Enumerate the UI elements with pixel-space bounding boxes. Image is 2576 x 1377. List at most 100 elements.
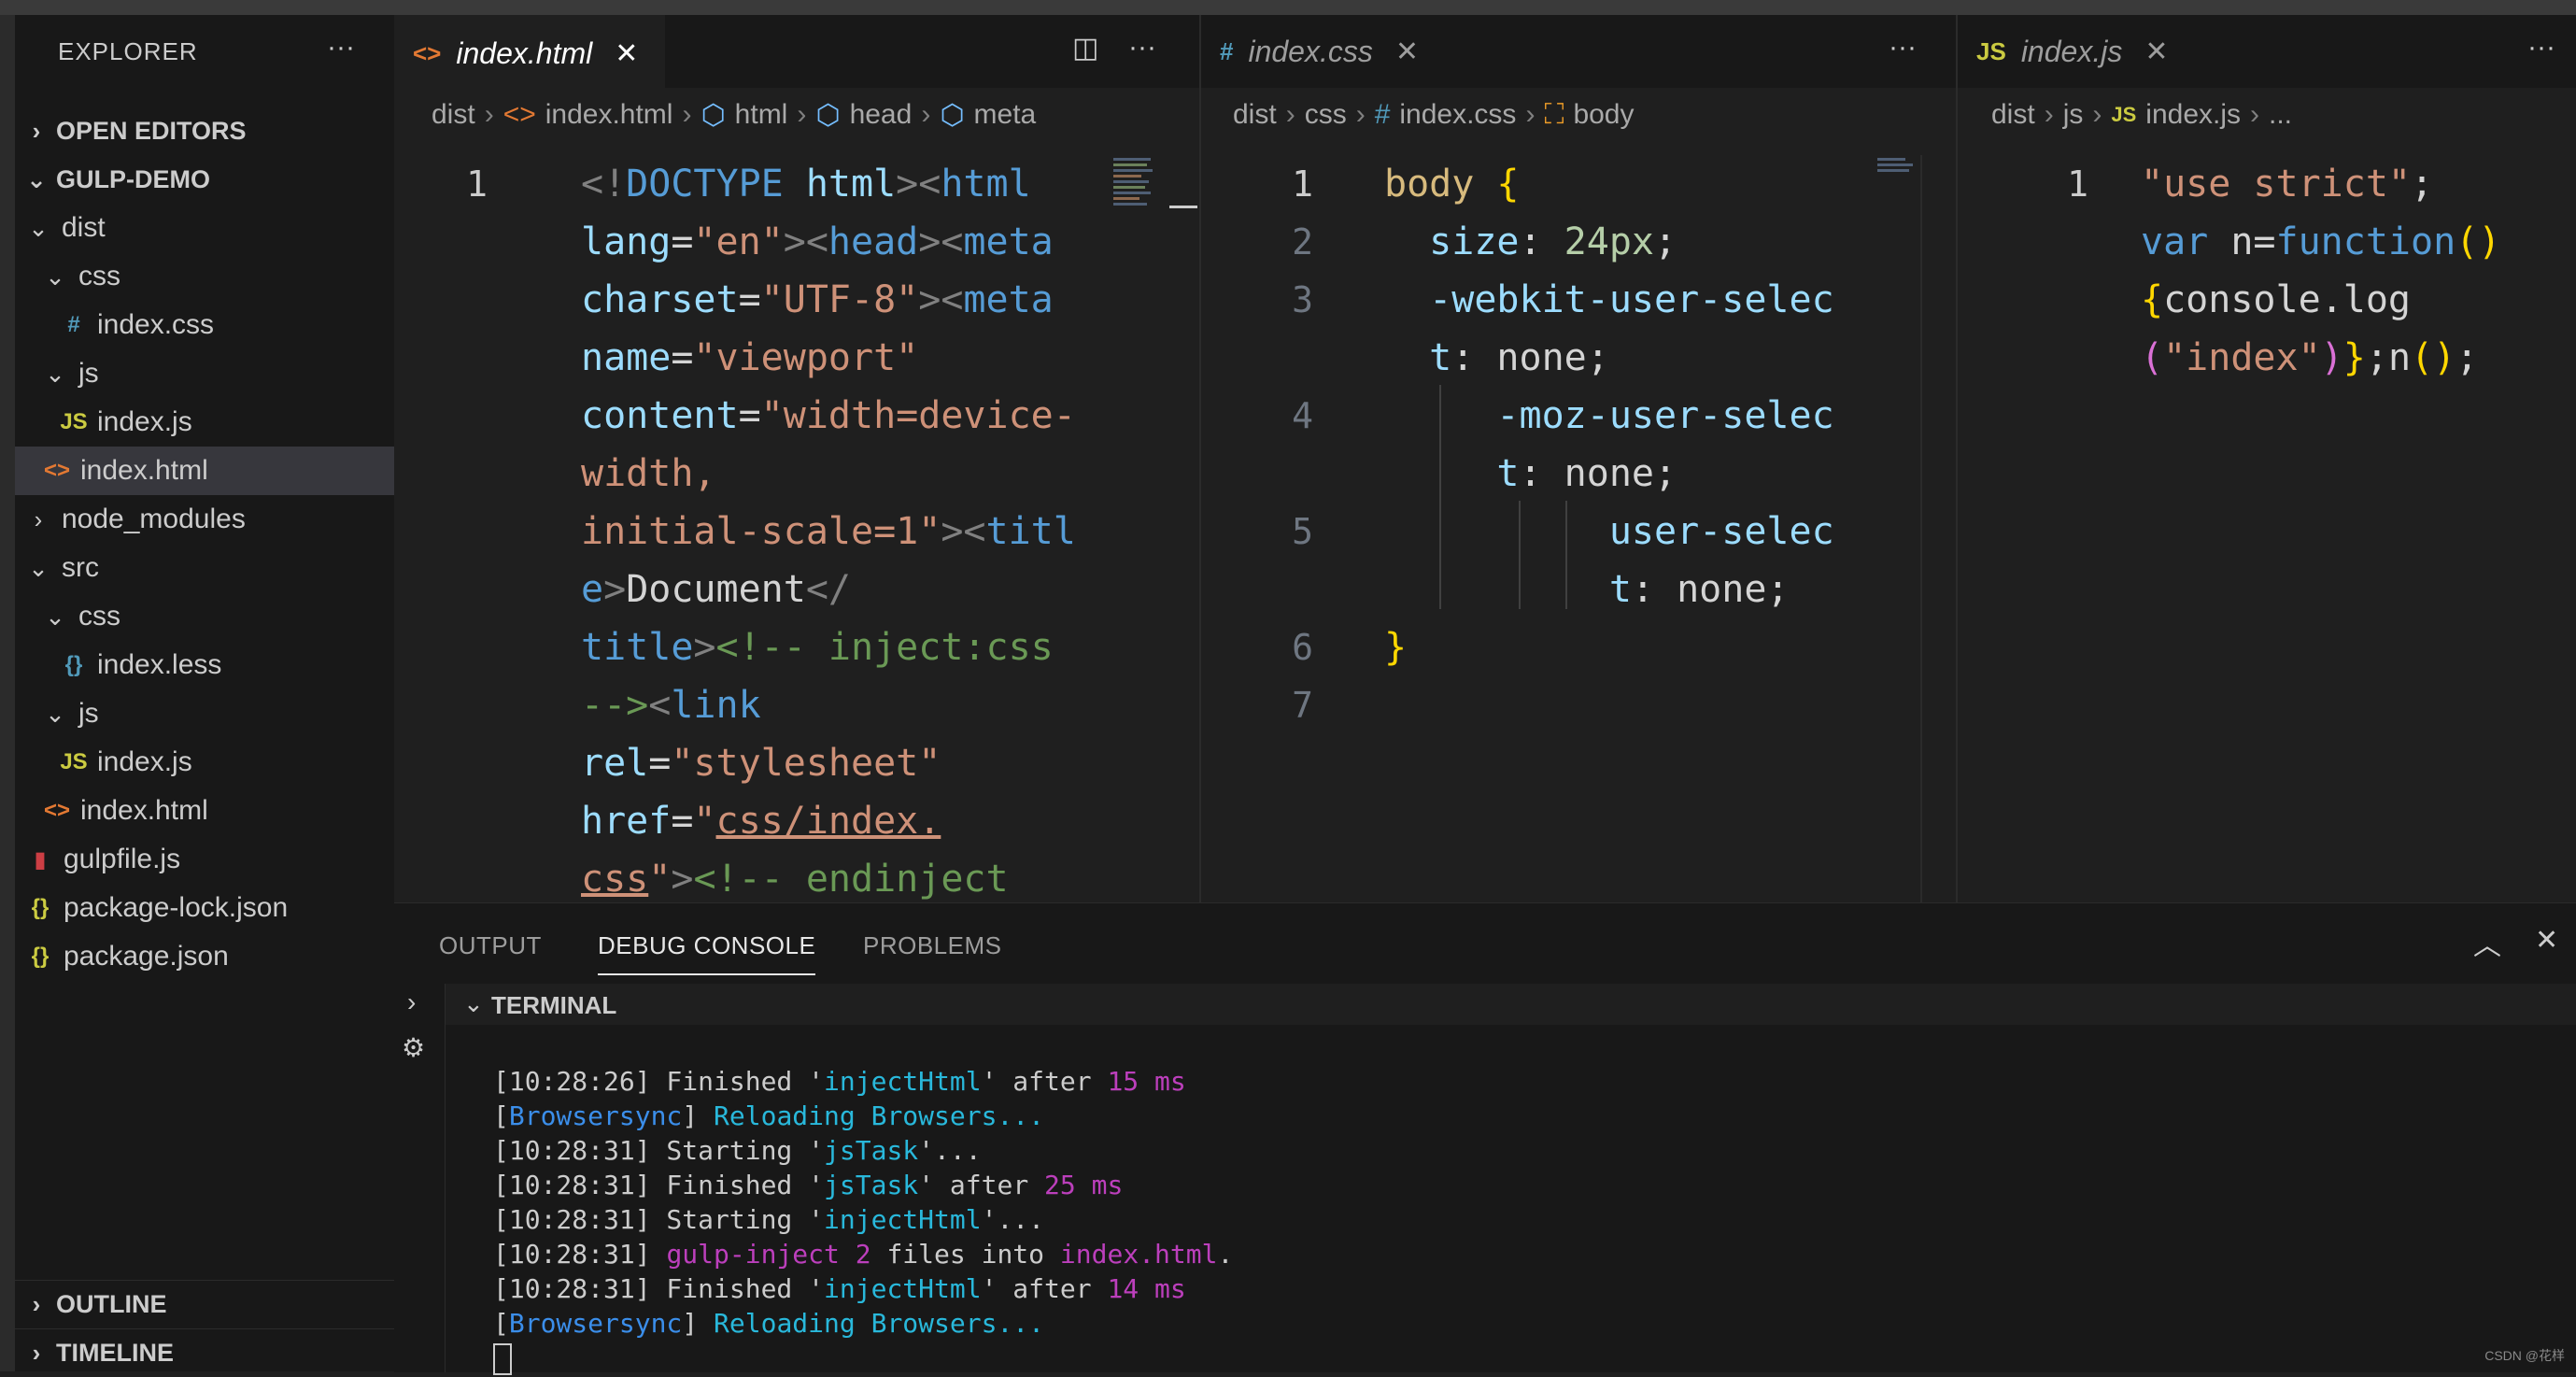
file-item[interactable]: {} package-lock.json [15,884,394,932]
indent-guide [1519,501,1521,609]
line-number: 3 [1292,279,1313,320]
editor-group-html: <> index.html ✕ ◫ ··· dist › <> index.htm… [394,15,1199,902]
file-item[interactable]: {} index.less [15,641,394,689]
tab-debug-console[interactable]: DEBUG CONSOLE [598,931,816,975]
workspace-root-section[interactable]: ⌄ GULP-DEMO [15,155,394,204]
symbol-icon: ⬡ [701,99,726,131]
folder-item[interactable]: ⌄ css [15,592,394,641]
chevron-right-icon[interactable]: › [407,987,416,1017]
file-item[interactable]: ▮ gulpfile.js [15,835,394,884]
more-actions-icon[interactable]: ··· [2527,32,2555,64]
breadcrumb-item[interactable]: index.js [2145,99,2241,131]
open-editors-section[interactable]: › OPEN EDITORS [15,106,394,155]
breadcrumb: dist › js › JS index.js › ... [1991,99,2293,131]
chevron-down-icon: ⌄ [28,553,49,582]
breadcrumb-item[interactable]: dist [1991,99,2035,131]
breadcrumb-item[interactable]: index.html [545,99,673,131]
breadcrumb-item[interactable]: head [850,99,913,131]
more-actions-icon[interactable]: ··· [1128,32,1156,64]
css-file-icon: # [1220,36,1234,65]
line-number: 6 [1292,627,1313,668]
watermark: CSDN @花样 [2484,1348,2565,1363]
breadcrumb-item[interactable]: css [1305,99,1347,131]
tree-item-label: package-lock.json [64,892,289,923]
editor-group-js: JS index.js ✕ ··· dist › js › JS index.js ›… [1958,15,2576,902]
code-content[interactable]: <!DOCTYPE html><html lang="en"><head><me… [581,155,1076,908]
terminal-header[interactable]: ⌄ TERMINAL [394,984,2576,1025]
tab-problems[interactable]: PROBLEMS [863,931,1002,960]
tab-bar: JS index.js ✕ ··· [1958,15,2576,88]
tree-item-label: index.html [80,455,208,486]
terminal-line: [Browsersync] Reloading Browsers... [493,1308,1045,1339]
tab-label: index.css [1248,34,1373,68]
breadcrumb-item[interactable]: html [735,99,788,131]
split-editor-icon[interactable]: ◫ [1072,32,1098,64]
indent-guide [1439,385,1441,609]
tab-index-js[interactable]: JS index.js ✕ [1958,15,2257,88]
outline-label: OUTLINE [56,1289,167,1318]
workspace-root-label: GULP-DEMO [56,164,210,193]
folder-item[interactable]: ⌄ css [15,252,394,301]
css-file-icon: # [1374,99,1391,130]
tree-item-label: index.js [97,746,192,777]
outline-section[interactable]: › OUTLINE [15,1280,394,1328]
scrollbar-track[interactable] [1920,155,1922,902]
folder-item[interactable]: ⌄ src [15,544,394,592]
breadcrumb-item[interactable]: ... [2269,99,2292,131]
gulp-file-icon: ▮ [34,846,47,873]
chevron-right-icon: › [32,1338,41,1367]
bottom-panel: OUTPUT DEBUG CONSOLE PROBLEMS ︿ ✕ ⌄ TERM… [394,902,2576,1375]
symbol-icon: ⬡ [815,99,841,131]
breadcrumb-item[interactable]: js [2063,99,2084,131]
more-actions-icon[interactable]: ··· [1889,32,1917,64]
folder-item[interactable]: ⌄ js [15,689,394,738]
minimap[interactable] [1877,155,1918,175]
close-icon[interactable]: ✕ [1395,35,1419,68]
terminal-output[interactable]: [10:28:26] Finished 'injectHtml' after 1… [493,1064,1233,1375]
timeline-label: TIMELINE [56,1338,174,1367]
chevron-down-icon: ⌄ [45,602,65,631]
maximize-panel-icon[interactable]: ︿ [2473,922,2501,963]
terminal-sidebar: › ⚙ [394,984,446,1372]
tab-output[interactable]: OUTPUT [439,931,542,960]
file-item[interactable]: # index.css [15,301,394,349]
terminal-line: [Browsersync] Reloading Browsers... [493,1100,1045,1131]
explorer-more-icon[interactable]: ··· [327,32,355,64]
close-icon[interactable]: ✕ [615,37,638,70]
breadcrumb-item[interactable]: index.css [1399,99,1516,131]
folder-item[interactable]: ⌄ dist [15,204,394,252]
minimap[interactable] [1113,155,1154,208]
line-number: 4 [1292,395,1313,436]
breadcrumb-item[interactable]: meta [974,99,1037,131]
terminal-cursor [493,1343,512,1375]
js-file-icon: JS [60,409,88,434]
code-content[interactable]: "use strict"; var n=function() {console.… [2141,155,2500,387]
tree-item-label: gulpfile.js [64,844,181,874]
chevron-down-icon: ⌄ [26,164,47,193]
file-item[interactable]: {} package.json [15,932,394,981]
breadcrumb-item[interactable]: dist [1233,99,1277,131]
close-panel-icon[interactable]: ✕ [2535,924,2558,957]
tree-item-label: index.js [97,406,192,437]
timeline-section[interactable]: › TIMELINE [15,1328,394,1377]
tree-item-label: package.json [64,941,229,972]
folder-item[interactable]: ⌄ js [15,349,394,398]
tree-item-label: js [78,358,99,389]
folder-item[interactable]: › node_modules [15,495,394,544]
activity-gutter [0,15,15,1371]
tree-item-label: index.html [80,795,208,826]
tree-item-label: css [78,601,120,632]
breadcrumb-item[interactable]: body [1573,99,1634,131]
breadcrumb-item[interactable]: dist [432,99,475,131]
file-item[interactable]: JS index.js [15,398,394,447]
file-item[interactable]: <> index.html [15,787,394,835]
chevron-down-icon: ⌄ [463,989,484,1017]
code-content[interactable]: body { size: 24px; -webkit-user-selec t:… [1384,155,1834,676]
tab-index-html[interactable]: <> index.html ✕ [394,15,665,90]
file-item[interactable]: <> index.html [15,447,394,495]
tab-index-css[interactable]: # index.css ✕ [1201,15,1463,88]
debug-console-icon[interactable]: ⚙ [402,1032,425,1063]
file-item[interactable]: JS index.js [15,738,394,787]
line-number: 1 [1292,163,1313,205]
close-icon[interactable]: ✕ [2144,35,2168,68]
